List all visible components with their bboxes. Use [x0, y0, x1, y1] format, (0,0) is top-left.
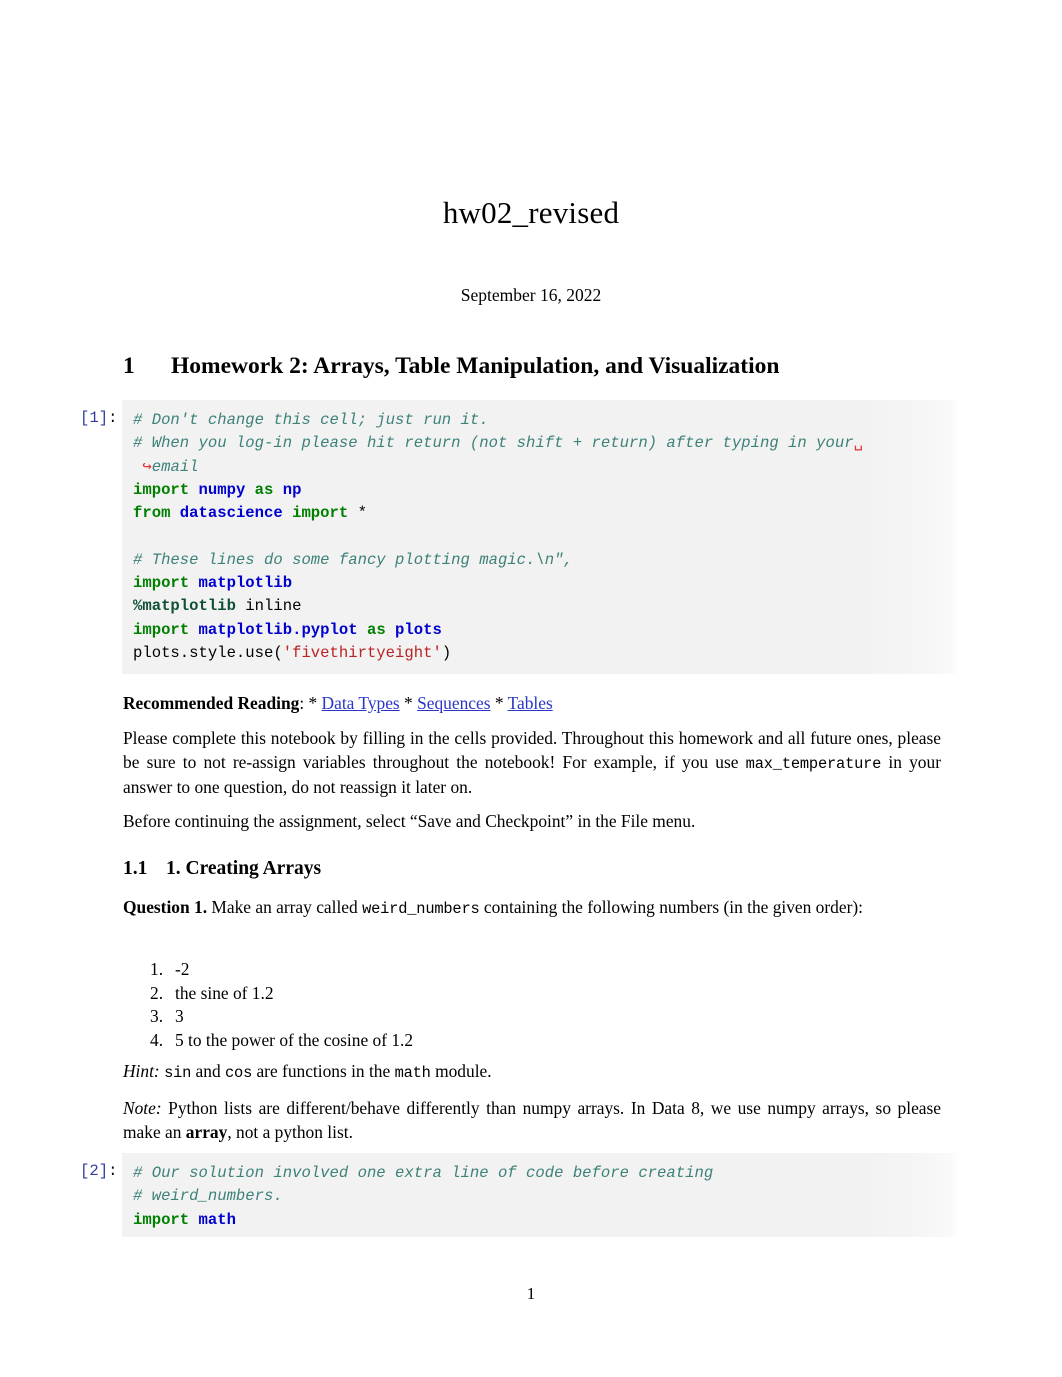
code-magic-argument: inline — [245, 597, 302, 616]
code-magic: %matplotlib — [133, 597, 236, 616]
note-label: Note: — [123, 1098, 162, 1118]
line-wrap-arrow-icon: ↪ — [142, 457, 152, 476]
code-module: numpy — [198, 480, 246, 499]
code-cell-1-label: [1]: — [80, 409, 118, 427]
code-keyword: from — [133, 504, 171, 523]
code-keyword: import — [133, 480, 190, 499]
subsection-number: 1.1 — [123, 858, 148, 879]
code-keyword: import — [133, 574, 190, 593]
code-keyword: import — [133, 620, 190, 639]
code-cell-2-label: [2]: — [80, 1162, 118, 1180]
checkpoint-paragraph: Before continuing the assignment, select… — [123, 811, 696, 831]
code-module: datascience — [179, 504, 283, 523]
bullet-star: * — [308, 693, 322, 713]
inline-code-cos: cos — [225, 1064, 253, 1082]
inline-code-weird-numbers: weird_numbers — [362, 900, 480, 918]
code-module: matplotlib.pyplot — [198, 620, 358, 639]
note-paragraph: Note: Python lists are different/behave … — [123, 1097, 941, 1144]
list-marker: 3. — [150, 1006, 164, 1027]
list-item: 2. the sine of 1.2 — [150, 982, 930, 1006]
list-marker: 1. — [150, 959, 164, 979]
code-keyword: as — [254, 480, 274, 499]
code-cell-1-source[interactable]: # Don't change this cell; just run it. #… — [122, 400, 960, 675]
section-heading-1-1: 1.1 1. Creating Arrays — [123, 858, 943, 880]
code-comment: # Our solution involved one extra line o… — [133, 1164, 714, 1182]
hint-text-b: and — [191, 1061, 225, 1081]
hint-text-d: module. — [430, 1061, 492, 1081]
code-comment: # These lines do some fancy plotting mag… — [133, 550, 573, 569]
section-number: 1 — [123, 353, 135, 379]
colon: : — [299, 693, 309, 713]
code-cell-2-source[interactable]: # Our solution involved one extra line o… — [122, 1153, 960, 1237]
hint-paragraph: Hint: sin and cos are functions in the m… — [123, 1060, 941, 1086]
code-keyword: import — [133, 1210, 190, 1229]
instructions-paragraph: Please complete this notebook by filling… — [123, 727, 941, 800]
list-item-text: the sine of 1.2 — [175, 982, 274, 1003]
document-page: hw02_revised September 16, 2022 1 Homewor… — [0, 0, 1062, 1377]
link-sequences[interactable]: Sequences — [417, 693, 490, 713]
code-module: math — [198, 1210, 236, 1229]
page-number: 1 — [526, 1284, 536, 1303]
question-text-b: containing the following numbers (in the… — [479, 897, 863, 917]
recommended-reading-label: Recommended Reading — [123, 693, 300, 713]
code-comment-continuation: email — [151, 457, 199, 476]
list-item-text: 5 to the power of the cosine of 1.2 — [175, 1029, 414, 1050]
link-data-types[interactable]: Data Types — [322, 693, 400, 713]
code-operator: * — [357, 504, 367, 523]
code-comment: # When you log-in please hit return (not… — [133, 434, 854, 453]
line-wrap-space-icon: ␣ — [853, 434, 863, 453]
inline-code-math: math — [394, 1064, 431, 1082]
inline-code-max-temperature: max_temperature — [745, 754, 882, 773]
hint-text-c: are functions in the — [252, 1061, 395, 1081]
code-comment: # weird_numbers. — [133, 1187, 283, 1206]
section-title: Homework 2: Arrays, Table Manipulation, … — [171, 353, 780, 379]
code-module: matplotlib — [198, 574, 293, 593]
document-date: September 16, 2022 — [460, 285, 602, 305]
recommended-reading: Recommended Reading: * Data Types * Sequ… — [123, 692, 941, 716]
note-text-b: , not a python list. — [227, 1121, 353, 1142]
code-paren: ) — [441, 643, 452, 662]
list-item-text: 3 — [175, 1006, 184, 1027]
question-label: Question 1. — [123, 897, 208, 917]
question-1-paragraph: Question 1. Make an array called weird_n… — [123, 896, 941, 922]
code-comment: # Don't change this cell; just run it. — [133, 411, 489, 429]
section-heading-1: 1 Homework 2: Arrays, Table Manipulation,… — [123, 353, 943, 380]
hint-label: Hint: — [123, 1061, 160, 1081]
code-keyword: as — [366, 620, 386, 639]
list-marker: 2. — [150, 982, 164, 1003]
note-bold-array: array — [185, 1121, 228, 1142]
subsection-title: 1. Creating Arrays — [166, 858, 322, 879]
list-item: 4. 5 to the power of the cosine of 1.2 — [150, 1029, 930, 1053]
question-1-list: 1. -2 2. the sine of 1.2 3. 3 4. 5 to the po… — [150, 958, 930, 1052]
code-keyword: import — [292, 504, 349, 523]
link-tables[interactable]: Tables — [508, 693, 553, 713]
inline-code-sin: sin — [164, 1064, 192, 1082]
list-marker: 4. — [150, 1029, 164, 1050]
document-title: hw02_revised — [442, 195, 620, 230]
list-item-text: -2 — [175, 959, 190, 979]
list-item: 3. 3 — [150, 1005, 930, 1029]
code-module: plots — [395, 620, 442, 639]
list-item: 1. -2 — [150, 958, 930, 982]
code-call: plots.style.use( — [133, 643, 283, 662]
bullet-star: * — [399, 693, 418, 713]
bullet-star: * — [490, 693, 508, 713]
code-module: np — [282, 480, 302, 499]
code-string: 'fivethirtyeight' — [282, 643, 442, 662]
question-text-a: Make an array called — [207, 897, 363, 917]
